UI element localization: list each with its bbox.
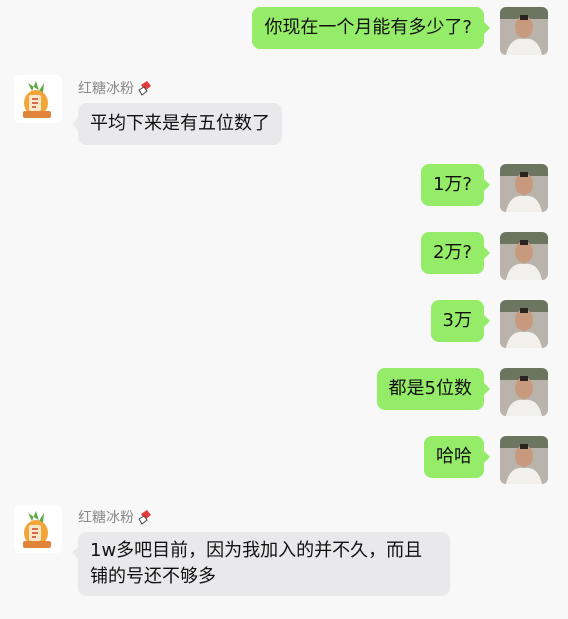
message-bubble[interactable]: 1w多吧目前，因为我加入的并不久，而且 铺的号还不够多 (72, 532, 450, 596)
red-plaster-badge-icon (138, 81, 151, 96)
message-bubble[interactable]: 都是5位数 (376, 368, 491, 410)
my-avatar[interactable] (500, 436, 548, 484)
my-avatar[interactable] (500, 300, 548, 348)
person-avatar-icon (500, 232, 548, 280)
sender-name-text: 红糖冰粉 (78, 81, 134, 97)
message-bubble[interactable]: 平均下来是有五位数了 (72, 103, 282, 145)
message-text: 3万 (442, 310, 472, 331)
message-text: 1万? (432, 174, 472, 195)
pineapple-avatar-icon (14, 505, 62, 553)
sender-name-text: 红糖冰粉 (78, 510, 134, 526)
person-avatar-icon (500, 7, 548, 55)
sender-name: 红糖冰粉 (78, 78, 152, 98)
person-avatar-icon (500, 368, 548, 416)
person-avatar-icon (500, 436, 548, 484)
message-text: 平均下来是有五位数了 (90, 113, 270, 134)
message-bubble[interactable]: 哈哈 (424, 436, 490, 478)
message-text-line: 1w多吧目前，因为我加入的并不久，而且 (90, 540, 423, 561)
message-text: 都是5位数 (388, 378, 472, 399)
message-bubble[interactable]: 你现在一个月能有多少了? (252, 7, 490, 49)
my-avatar[interactable] (500, 7, 548, 55)
message-bubble[interactable]: 1万? (420, 164, 491, 206)
person-avatar-icon (500, 164, 548, 212)
my-avatar[interactable] (500, 164, 548, 212)
my-avatar[interactable] (500, 232, 548, 280)
contact-avatar[interactable] (14, 505, 62, 553)
sender-name: 红糖冰粉 (78, 507, 152, 527)
red-plaster-badge-icon (138, 510, 151, 525)
pineapple-avatar-icon (14, 75, 62, 123)
person-avatar-icon (500, 300, 548, 348)
my-avatar[interactable] (500, 368, 548, 416)
chat-window: 你现在一个月能有多少了? 红糖冰粉 平均下来是有五位数了 1万? 2万? 3万 … (0, 0, 568, 619)
message-bubble[interactable]: 3万 (430, 300, 491, 342)
message-text: 你现在一个月能有多少了? (264, 17, 472, 38)
message-text: 哈哈 (436, 446, 472, 467)
message-text-line: 铺的号还不够多 (90, 566, 216, 587)
contact-avatar[interactable] (14, 75, 62, 123)
message-text: 2万? (432, 242, 472, 263)
message-bubble[interactable]: 2万? (420, 232, 491, 274)
